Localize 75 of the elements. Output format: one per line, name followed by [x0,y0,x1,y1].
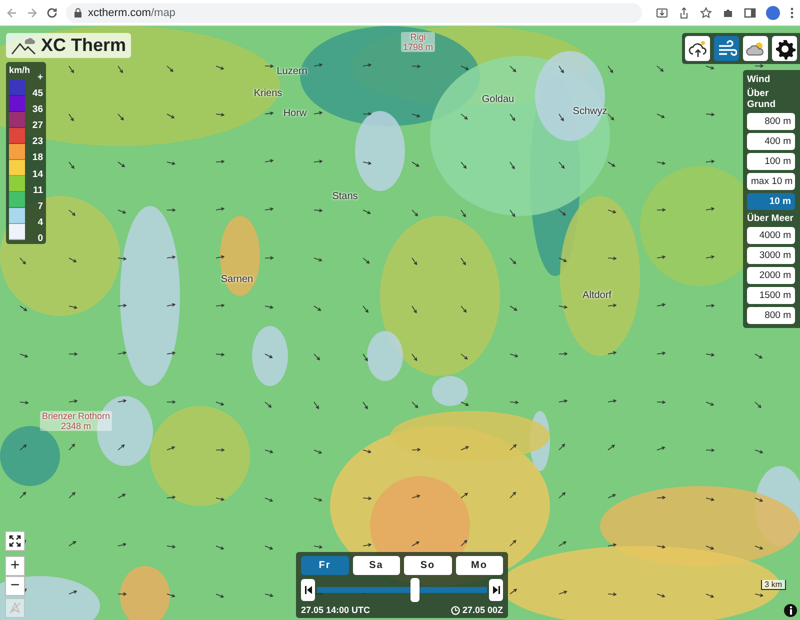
share-icon[interactable] [678,6,690,18]
skip-back-button[interactable] [301,579,315,601]
legend-tick: 4 [38,216,43,228]
day-tab[interactable]: So [404,556,452,575]
legend-tick: 0 [38,232,43,244]
wind-button[interactable] [714,36,739,61]
legend-tick: 7 [38,200,43,212]
peak-label: Rigi 1798 m [400,32,436,52]
location-off-icon [9,602,21,614]
level-option[interactable]: 100 m [747,153,795,170]
legend-tick: + [37,72,43,83]
app-logo: XC Therm [41,35,126,56]
avatar-icon[interactable] [766,6,780,20]
place-label: Kriens [254,88,282,99]
skip-forward-icon [492,586,500,594]
cloud-upload-icon [688,38,708,58]
day-tab[interactable]: Fr [301,556,348,575]
menu-icon[interactable] [790,6,794,18]
legend-tick: 45 [32,88,43,100]
puzzle-icon[interactable] [722,6,734,18]
sidebar-icon[interactable] [744,6,756,18]
forecast-time: 27.05 14:00 UTC [301,605,370,615]
legend-tick: 27 [32,120,43,132]
zoom-out-button[interactable]: − [5,576,25,596]
level-option[interactable]: 1500 m [747,287,795,304]
url-text: xctherm.com/map [88,6,176,18]
map-scale: 3 km [760,580,786,590]
reload-icon[interactable] [46,6,58,18]
level-option[interactable]: 4000 m [747,227,795,244]
place-label: Luzern [276,66,308,77]
slider-thumb[interactable] [410,578,420,602]
cloud-upload-button[interactable] [685,36,710,61]
level-option[interactable]: 10 m [747,193,795,210]
section-heading: Über Grund [747,88,776,110]
legend-tick: 11 [32,184,43,196]
zoom-in-button[interactable]: + [5,556,25,576]
info-button[interactable] [784,604,797,617]
place-label: Sarnen [220,274,254,285]
level-option[interactable]: 2000 m [747,267,795,284]
panel-title: Wind [747,74,772,85]
legend-tick: 18 [32,152,43,164]
legend-unit: km/h [9,65,32,75]
level-option[interactable]: max 10 m [747,173,795,190]
expand-icon [9,535,21,547]
download-icon[interactable] [656,6,668,18]
settings-icon [774,38,796,60]
fullscreen-button[interactable] [5,531,25,551]
legend-tick: 23 [32,136,43,148]
level-option[interactable]: 3000 m [747,247,795,264]
place-label: Stans [332,191,358,202]
model-run: 27.05 00Z [462,605,503,615]
legend-tick: 36 [32,104,43,116]
level-option[interactable]: 800 m [747,307,795,324]
level-option[interactable]: 800 m [747,113,795,130]
day-tab[interactable]: Mo [456,556,503,575]
mountain-cloud-icon [11,36,37,54]
place-label: Schwyz [572,106,608,117]
skip-back-icon [304,586,312,594]
place-label: Goldau [482,94,514,105]
legend-tick: 14 [32,168,43,180]
lock-icon [74,8,82,18]
clock-icon [451,606,460,614]
wind-icon [716,38,736,58]
address-bar[interactable]: xctherm.com/map [66,2,642,22]
star-icon[interactable] [700,6,712,18]
level-option[interactable]: 400 m [747,133,795,150]
day-tab[interactable]: Sa [352,556,400,575]
settings-button[interactable] [772,36,797,61]
place-label: Altdorf [582,290,612,301]
time-slider[interactable] [317,578,487,602]
cloud-sun-button[interactable] [743,36,768,61]
section-heading: Über Meer [747,213,794,224]
place-label: Horw [283,108,307,119]
peak-label: Brienzer Rothorn 2348 m [40,411,112,431]
skip-forward-button[interactable] [489,579,503,601]
